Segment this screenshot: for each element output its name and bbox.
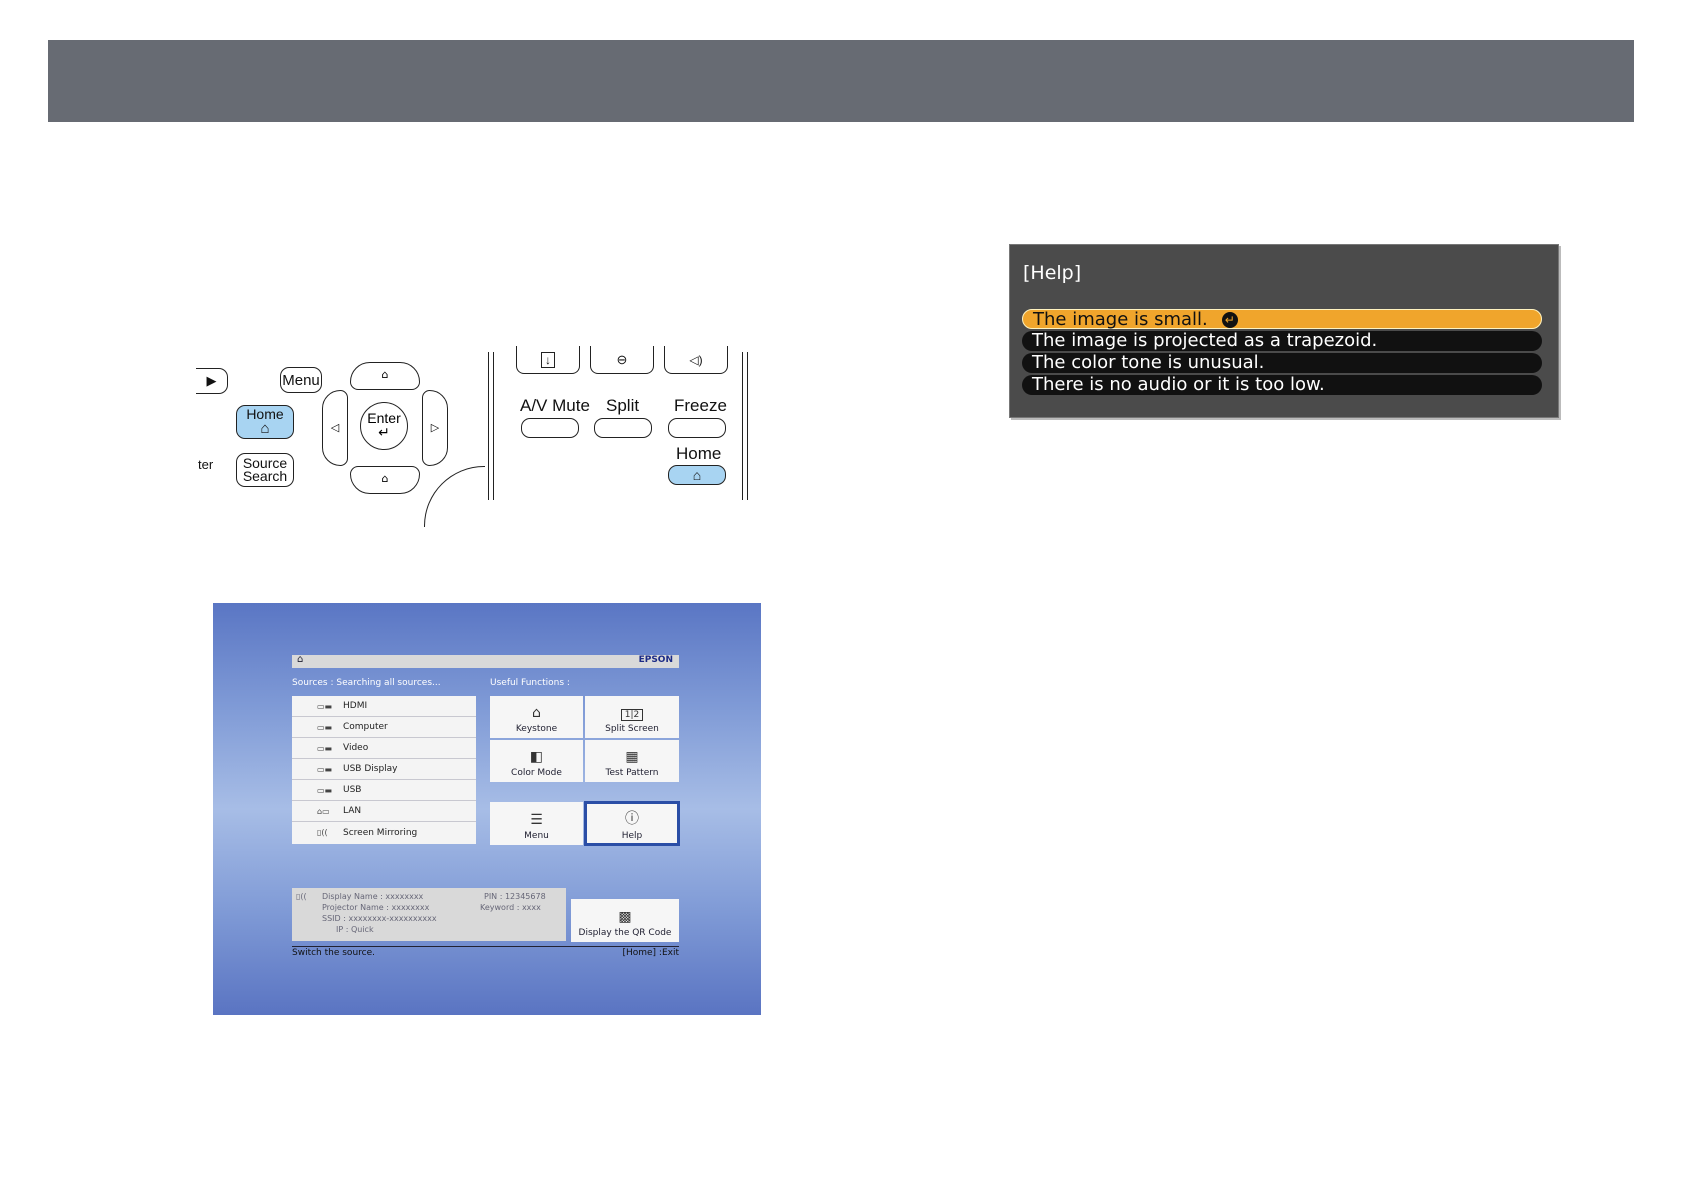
menu-button: Menu (280, 367, 322, 393)
top-button-3: ◁) (664, 346, 728, 374)
source-item-usb-display[interactable]: ▭▬ USB Display (292, 759, 476, 780)
freeze-label: Freeze (674, 396, 727, 415)
qr-code-tile[interactable]: ▩ Display the QR Code (571, 899, 679, 942)
freeze-button (668, 418, 726, 438)
menu-label: Menu (282, 371, 320, 389)
help-item-image-small[interactable]: The image is small. ↵ (1022, 309, 1542, 330)
menu-tile[interactable]: ☰ Menu (490, 802, 583, 845)
dpad: ⌂ ⌂ ◁ ▷ Enter ↵ (322, 362, 448, 494)
enter-icon: ↵ (378, 424, 390, 440)
pin: PIN : 12345678 (484, 892, 546, 901)
home-screen: ⌂ EPSON Sources : Searching all sources.… (213, 603, 761, 1015)
av-mute-button (521, 418, 579, 438)
usb-icon: ▭▬ (317, 785, 333, 795)
network-icon: ▯(( (296, 892, 307, 901)
help-panel: [Help] The image is small. ↵ The image is… (1009, 244, 1559, 418)
keystone-down-button: ⌂ (350, 466, 420, 494)
brand-label: EPSON (638, 655, 673, 665)
keyword: Keyword : xxxx (480, 903, 541, 912)
split-button (594, 418, 652, 438)
volume-down-button: ◁ (322, 390, 348, 466)
top-button-2: ⊖ (590, 346, 654, 374)
source-item-lan[interactable]: ⌂▭ LAN (292, 801, 476, 822)
network-info-box: Display Name : xxxxxxxx Projector Name :… (292, 888, 566, 941)
source-search-button: Source Search (236, 453, 294, 487)
qr-code-icon: ▩ (618, 909, 632, 925)
header-banner (48, 40, 1634, 122)
remote-side-lines-right (742, 352, 748, 500)
source-list: ▭▬ HDMI ▭▬ Computer ▭▬ Video ▭▬ USB Display … (292, 696, 476, 844)
hdmi-icon: ▭▬ (317, 701, 333, 711)
volume-up-button: ▷ (422, 390, 448, 466)
remote-illustration: ▶ Menu Home ⌂ ter Source Search ⌂ ⌂ ◁ ▷ … (196, 346, 770, 527)
source-item-video[interactable]: ▭▬ Video (292, 738, 476, 759)
home-button-right: ⌂ (668, 465, 726, 485)
projector-name: Projector Name : xxxxxxxx (322, 903, 430, 912)
footer-divider (292, 946, 679, 947)
home-icon: ⌂ (297, 654, 304, 665)
help-item-audio[interactable]: There is no audio or it is too low. (1022, 375, 1542, 395)
test-pattern-icon: ▦ (625, 749, 639, 765)
home-icon-right: ⌂ (692, 467, 702, 483)
arrow-down-icon: ↓ (541, 351, 555, 368)
home-title-bar: ⌂ EPSON (292, 654, 679, 668)
help-tile[interactable]: ⓘ Help (584, 801, 680, 846)
useful-heading: Useful Functions : (490, 678, 570, 688)
color-mode-icon: ◧ (529, 749, 544, 765)
source-item-computer[interactable]: ▭▬ Computer (292, 717, 476, 738)
ssid: SSID : xxxxxxxx-xxxxxxxxxx (322, 914, 437, 923)
remote-side-lines (488, 352, 494, 500)
zoom-out-icon: ⊖ (616, 351, 628, 367)
sources-heading: Sources : Searching all sources... (292, 678, 441, 688)
keystone-icon: ⌂ (532, 705, 541, 721)
test-pattern-tile[interactable]: ▦ Test Pattern (585, 740, 679, 782)
lan-icon: ⌂▭ (317, 806, 330, 816)
color-mode-tile[interactable]: ◧ Color Mode (490, 740, 583, 782)
help-icon: ⓘ (625, 811, 639, 827)
footer-right: [Home] :Exit (622, 948, 679, 958)
partial-label: ter (198, 457, 214, 472)
help-item-trapezoid[interactable]: The image is projected as a trapezoid. (1022, 331, 1542, 351)
keystone-up-button: ⌂ (350, 362, 420, 390)
volume-icon: ◁) (689, 352, 703, 367)
source-item-hdmi[interactable]: ▭▬ HDMI (292, 696, 476, 717)
home-label-right: Home (676, 444, 722, 463)
computer-icon: ▭▬ (317, 722, 333, 732)
split-screen-icon: 1|2 (620, 709, 644, 721)
display-name: Display Name : xxxxxxxx (322, 892, 424, 901)
help-title: [Help] (1023, 262, 1082, 284)
play-button: ▶ (196, 368, 228, 394)
split-screen-tile[interactable]: 1|2 Split Screen (585, 696, 679, 738)
video-icon: ▭▬ (317, 743, 333, 753)
ip: IP : Quick (336, 925, 374, 934)
help-item-color-tone[interactable]: The color tone is unusual. (1022, 353, 1542, 373)
source-item-screen-mirroring[interactable]: ▯((Screen Mirroring (292, 822, 476, 843)
keystone-tile[interactable]: ⌂ Keystone (490, 696, 583, 738)
top-button-1: ↓ (516, 346, 580, 374)
menu-list-icon: ☰ (530, 812, 543, 828)
home-icon: ⌂ (260, 420, 270, 437)
av-mute-label: A/V Mute (520, 396, 590, 415)
home-button: Home ⌂ (236, 405, 294, 439)
enter-icon: ↵ (1221, 312, 1238, 328)
split-label: Split (606, 396, 640, 415)
enter-button: Enter ↵ (360, 402, 408, 450)
screen-mirroring-icon: ▯(( (317, 828, 328, 837)
source-item-usb[interactable]: ▭▬ USB (292, 780, 476, 801)
footer-left: Switch the source. (292, 948, 375, 958)
usb-display-icon: ▭▬ (317, 764, 333, 774)
